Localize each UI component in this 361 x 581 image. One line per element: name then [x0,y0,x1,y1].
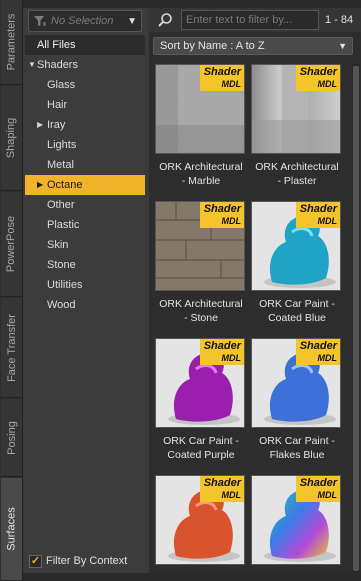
asset-thumbnail[interactable]: Shader MDL [155,64,245,154]
tree-item-plastic[interactable]: Plastic [25,215,145,235]
tree-item-label: Glass [47,79,76,91]
tree-item-wood[interactable]: Wood [25,295,145,315]
tree-item-label: Iray [47,119,66,131]
shader-mdl-badge: Shader MDL [296,65,340,91]
tree-item-utilities[interactable]: Utilities [25,275,145,295]
tree-item-label: Metal [47,159,74,171]
tree-item-glass[interactable]: Glass [25,75,145,95]
top-bar [23,0,361,8]
filter-by-context[interactable]: ✓ Filter By Context [29,553,127,569]
tree-item-label: Wood [47,299,76,311]
tree-item-label: Utilities [47,279,83,291]
search-icon [158,13,172,27]
asset-thumbnail[interactable]: Shader MDL [251,201,341,291]
tab-surfaces[interactable]: Surfaces [1,478,22,581]
tree-item-shaders[interactable]: ▼ Shaders [25,55,145,75]
search-row: 1 - 84 [149,8,361,32]
collapsed-triangle-icon[interactable]: ▶ [37,115,43,135]
asset-grid: Shader MDL ORK Architectural - Marble Shad… [149,64,351,573]
collapsed-triangle-icon[interactable]: ▶ [37,175,43,195]
tree-item-stone[interactable]: Stone [25,255,145,275]
tree-item-hair[interactable]: Hair [25,95,145,115]
funnel-icon [34,16,46,26]
shader-mdl-badge: Shader MDL [296,202,340,228]
category-tree: All Files ▼ Shaders Glass Hair ▶ Iray Li… [25,35,145,315]
shader-mdl-badge: Shader MDL [200,476,244,502]
tree-item-lights[interactable]: Lights [25,135,145,155]
tab-parameters-label: Parameters [5,13,18,71]
tree-item-label: Shaders [37,59,78,71]
side-tab-strip: Parameters Shaping PowerPose Face Transf… [0,0,23,581]
tree-item-iray[interactable]: ▶ Iray [25,115,145,135]
category-filter-text: No Selection [51,15,114,27]
search-button[interactable] [153,10,177,30]
tree-item-octane[interactable]: ▶ Octane [25,175,145,195]
asset-label: ORK Car Paint - Coated Purple [163,435,239,461]
tab-parameters[interactable]: Parameters [1,0,22,85]
tab-posing-label: Posing [5,420,18,455]
tab-powerpose-label: PowerPose [5,215,18,273]
tree-item-label: Octane [47,179,83,191]
shader-mdl-badge: Shader MDL [200,202,244,228]
category-filter-dropdown[interactable]: No Selection ▼ [28,10,142,32]
tree-item-other[interactable]: Other [25,195,145,215]
shader-mdl-badge: Shader MDL [296,476,340,502]
filter-by-context-checkbox[interactable]: ✓ [29,554,42,568]
content-pane: 1 - 84 Sort by Name : A to Z ▼ ShaderMDL… [149,8,361,573]
tab-powerpose[interactable]: PowerPose [1,192,22,297]
asset-label: ORK Architectural - Plaster [255,161,339,187]
asset-label: ORK Car Paint - Coated Blue [259,298,335,324]
search-input[interactable] [181,10,319,30]
tree-item-label: Lights [47,139,77,151]
tab-surfaces-label: Surfaces [5,507,18,551]
filter-by-context-label: Filter By Context [46,555,128,567]
asset-thumbnail[interactable]: Shader MDL [251,64,341,154]
tab-shaping[interactable]: Shaping [1,86,22,191]
asset-thumbnail[interactable]: Shader MDL [155,475,245,565]
bottom-bar [23,573,361,581]
asset-label: ORK Architectural - Stone [159,298,243,324]
tree-item-label: Stone [47,259,76,271]
tree-item-skin[interactable]: Skin [25,235,145,255]
tree-item-metal[interactable]: Metal [25,155,145,175]
tab-posing[interactable]: Posing [1,399,22,477]
chevron-down-icon: ▼ [127,15,137,27]
category-pane: No Selection ▼ All Files ▼ Shaders Glass… [25,8,145,573]
sort-label: Sort by Name : A to Z [160,40,265,52]
tab-face-transfer[interactable]: Face Transfer [1,298,22,398]
asset-thumbnail[interactable]: Shader MDL [155,338,245,428]
tree-item-label: Other [47,199,75,211]
shader-mdl-badge: Shader MDL [296,339,340,365]
asset-label: ORK Architectural - Marble [159,161,243,187]
tree-item-label: Skin [47,239,69,251]
tab-shaping-label: Shaping [5,117,18,159]
tab-face-transfer-label: Face Transfer [5,313,18,382]
shader-mdl-badge: Shader MDL [200,65,244,91]
asset-thumbnail[interactable]: Shader MDL [155,201,245,291]
asset-label: ORK Car Paint - Flakes Blue [259,435,335,461]
expanded-triangle-icon[interactable]: ▼ [28,55,36,75]
tree-item-all-files[interactable]: All Files [25,35,145,55]
tree-item-label: Hair [47,99,68,111]
tree-item-label: Plastic [47,219,80,231]
scrollbar-thumb[interactable] [353,66,359,571]
vertical-scrollbar[interactable] [352,64,360,573]
asset-thumbnail[interactable]: Shader MDL [251,475,341,565]
result-count: 1 - 84 [325,14,354,26]
chevron-down-icon: ▼ [338,41,347,51]
shader-mdl-badge: Shader MDL [200,339,244,365]
sort-dropdown[interactable]: Sort by Name : A to Z ▼ [153,37,353,55]
asset-thumbnail[interactable]: Shader MDL [251,338,341,428]
